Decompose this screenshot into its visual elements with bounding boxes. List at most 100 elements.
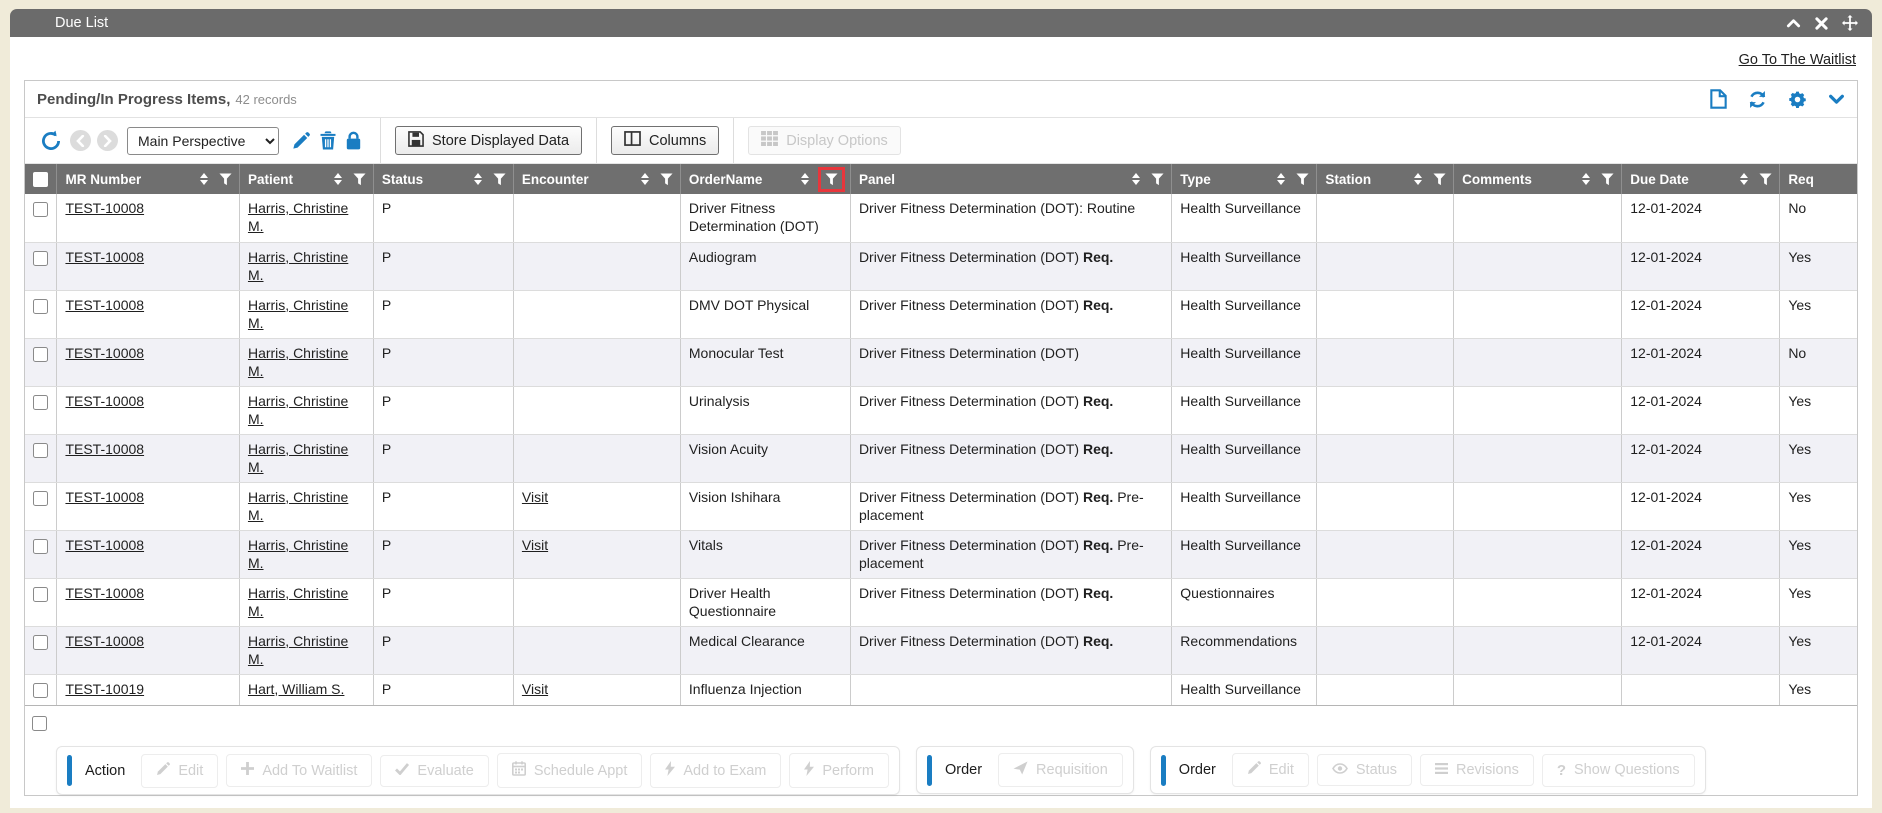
patient-link[interactable]: Harris, Christine M. [248, 633, 348, 667]
col-header-status[interactable]: Status [373, 164, 513, 194]
patient-link[interactable]: Harris, Christine M. [248, 441, 348, 475]
row-checkbox[interactable] [33, 587, 48, 602]
patient-link[interactable]: Harris, Christine M. [248, 489, 348, 523]
row-checkbox[interactable] [33, 539, 48, 554]
close-icon[interactable] [1815, 17, 1828, 30]
move-icon[interactable] [1842, 15, 1858, 31]
select-all-checkbox[interactable] [33, 172, 48, 187]
patient-link[interactable]: Harris, Christine M. [248, 200, 348, 234]
row-checkbox[interactable] [33, 491, 48, 506]
mr-number-link[interactable]: TEST-10008 [65, 249, 144, 265]
filter-icon[interactable] [660, 173, 673, 186]
sort-icon[interactable] [1740, 173, 1748, 185]
col-header-order_name[interactable]: OrderName [680, 164, 850, 194]
patient-link[interactable]: Harris, Christine M. [248, 345, 348, 379]
patient-link[interactable]: Hart, William S. [248, 681, 344, 697]
sort-icon[interactable] [1414, 173, 1422, 185]
row-checkbox[interactable] [33, 202, 48, 217]
refresh-icon[interactable] [1748, 90, 1767, 109]
go-to-waitlist-link[interactable]: Go To The Waitlist [1739, 52, 1856, 68]
nav-back-icon[interactable] [70, 130, 91, 151]
filter-icon[interactable] [1601, 173, 1614, 186]
mr-number-link[interactable]: TEST-10008 [65, 441, 144, 457]
trash-icon[interactable] [320, 131, 336, 150]
col-header-panel[interactable]: Panel [850, 164, 1171, 194]
chevron-down-icon[interactable] [1828, 91, 1845, 108]
patient-link[interactable]: Harris, Christine M. [248, 249, 348, 283]
mr-number-link[interactable]: TEST-10008 [65, 297, 144, 313]
table-cell: P [373, 482, 513, 530]
mr-number-link[interactable]: TEST-10008 [65, 393, 144, 409]
row-checkbox[interactable] [33, 299, 48, 314]
filter-icon[interactable] [1433, 173, 1446, 186]
col-header-comments[interactable]: Comments [1454, 164, 1622, 194]
add-to-waitlist-button[interactable]: Add To Waitlist [226, 754, 372, 787]
filter-icon[interactable] [818, 167, 845, 192]
mr-number-link[interactable]: TEST-10019 [65, 681, 144, 697]
document-icon[interactable] [1710, 89, 1727, 109]
filter-icon[interactable] [219, 173, 232, 186]
sort-icon[interactable] [641, 173, 649, 185]
row-checkbox[interactable] [33, 635, 48, 650]
sort-icon[interactable] [801, 173, 809, 185]
store-displayed-data-button[interactable]: Store Displayed Data [395, 126, 582, 155]
sort-icon[interactable] [1582, 173, 1590, 185]
sort-icon[interactable] [1132, 173, 1140, 185]
col-header-due_date[interactable]: Due Date [1622, 164, 1780, 194]
col-header-type[interactable]: Type [1172, 164, 1317, 194]
filter-icon[interactable] [1296, 173, 1309, 186]
mr-number-link[interactable]: TEST-10008 [65, 200, 144, 216]
row-checkbox[interactable] [33, 395, 48, 410]
row-checkbox[interactable] [33, 683, 48, 698]
patient-link[interactable]: Harris, Christine M. [248, 297, 348, 331]
col-header-req[interactable]: Req [1780, 164, 1857, 194]
filter-icon[interactable] [493, 173, 506, 186]
filter-icon[interactable] [1151, 173, 1164, 186]
encounter-link[interactable]: Visit [522, 537, 548, 553]
paper-plane-icon [1013, 761, 1028, 779]
row-checkbox[interactable] [33, 251, 48, 266]
encounter-link[interactable]: Visit [522, 489, 548, 505]
order-status-button[interactable]: Status [1317, 754, 1412, 786]
gear-icon[interactable] [1788, 90, 1807, 109]
col-header-encounter[interactable]: Encounter [513, 164, 680, 194]
sort-icon[interactable] [474, 173, 482, 185]
lock-icon[interactable] [346, 131, 361, 150]
sort-icon[interactable] [1277, 173, 1285, 185]
footer-checkbox[interactable] [32, 716, 47, 731]
row-checkbox[interactable] [33, 443, 48, 458]
collapse-icon[interactable] [1786, 16, 1801, 31]
revisions-button[interactable]: Revisions [1420, 754, 1534, 786]
add-to-exam-button[interactable]: Add to Exam [650, 753, 781, 788]
sort-icon[interactable] [200, 173, 208, 185]
perform-button[interactable]: Perform [789, 753, 889, 788]
order-edit-button[interactable]: Edit [1232, 753, 1309, 787]
col-header-station[interactable]: Station [1317, 164, 1454, 194]
col-header-mr[interactable]: MR Number [57, 164, 240, 194]
schedule-appt-button[interactable]: Schedule Appt [497, 753, 643, 788]
perspective-select[interactable]: Main Perspective [127, 127, 279, 155]
encounter-link[interactable]: Visit [522, 681, 548, 697]
mr-number-link[interactable]: TEST-10008 [65, 489, 144, 505]
columns-button[interactable]: Columns [611, 126, 719, 155]
sort-icon[interactable] [334, 173, 342, 185]
mr-number-link[interactable]: TEST-10008 [65, 633, 144, 649]
mr-number-link[interactable]: TEST-10008 [65, 585, 144, 601]
col-header-patient[interactable]: Patient [239, 164, 373, 194]
evaluate-button[interactable]: Evaluate [380, 755, 488, 787]
edit-button[interactable]: Edit [141, 754, 218, 788]
undo-icon[interactable] [40, 130, 62, 152]
mr-number-link[interactable]: TEST-10008 [65, 537, 144, 553]
row-checkbox[interactable] [33, 347, 48, 362]
filter-icon[interactable] [353, 173, 366, 186]
display-options-button[interactable]: Display Options [748, 126, 901, 155]
nav-forward-icon[interactable] [97, 130, 118, 151]
requisition-button[interactable]: Requisition [998, 753, 1123, 787]
patient-link[interactable]: Harris, Christine M. [248, 585, 348, 619]
patient-link[interactable]: Harris, Christine M. [248, 537, 348, 571]
patient-link[interactable]: Harris, Christine M. [248, 393, 348, 427]
show-questions-button[interactable]: ?Show Questions [1542, 754, 1695, 787]
mr-number-link[interactable]: TEST-10008 [65, 345, 144, 361]
filter-icon[interactable] [1759, 173, 1772, 186]
edit-pencil-icon[interactable] [292, 132, 310, 150]
